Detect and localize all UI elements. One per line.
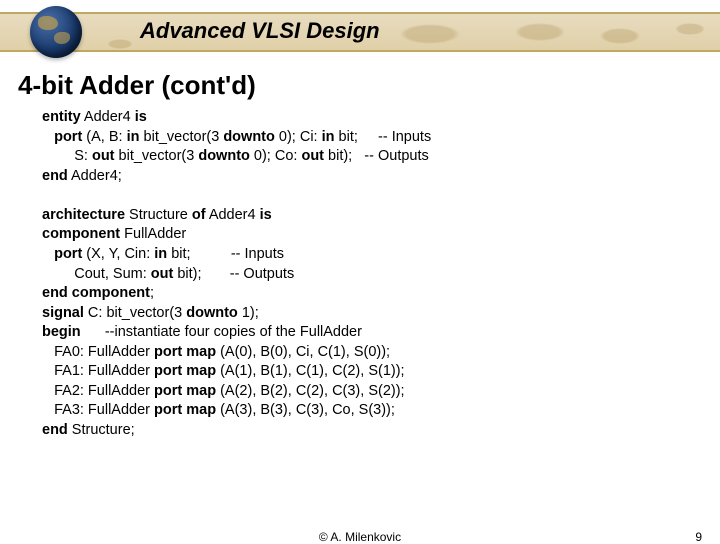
globe-icon [30, 6, 82, 58]
page-number: 9 [695, 530, 702, 544]
copyright: © A. Milenkovic [319, 530, 401, 544]
course-title: Advanced VLSI Design [140, 18, 380, 44]
vhdl-code: entity Adder4 is port (A, B: in bit_vect… [42, 108, 682, 441]
slide-title: 4-bit Adder (cont'd) [18, 70, 256, 101]
